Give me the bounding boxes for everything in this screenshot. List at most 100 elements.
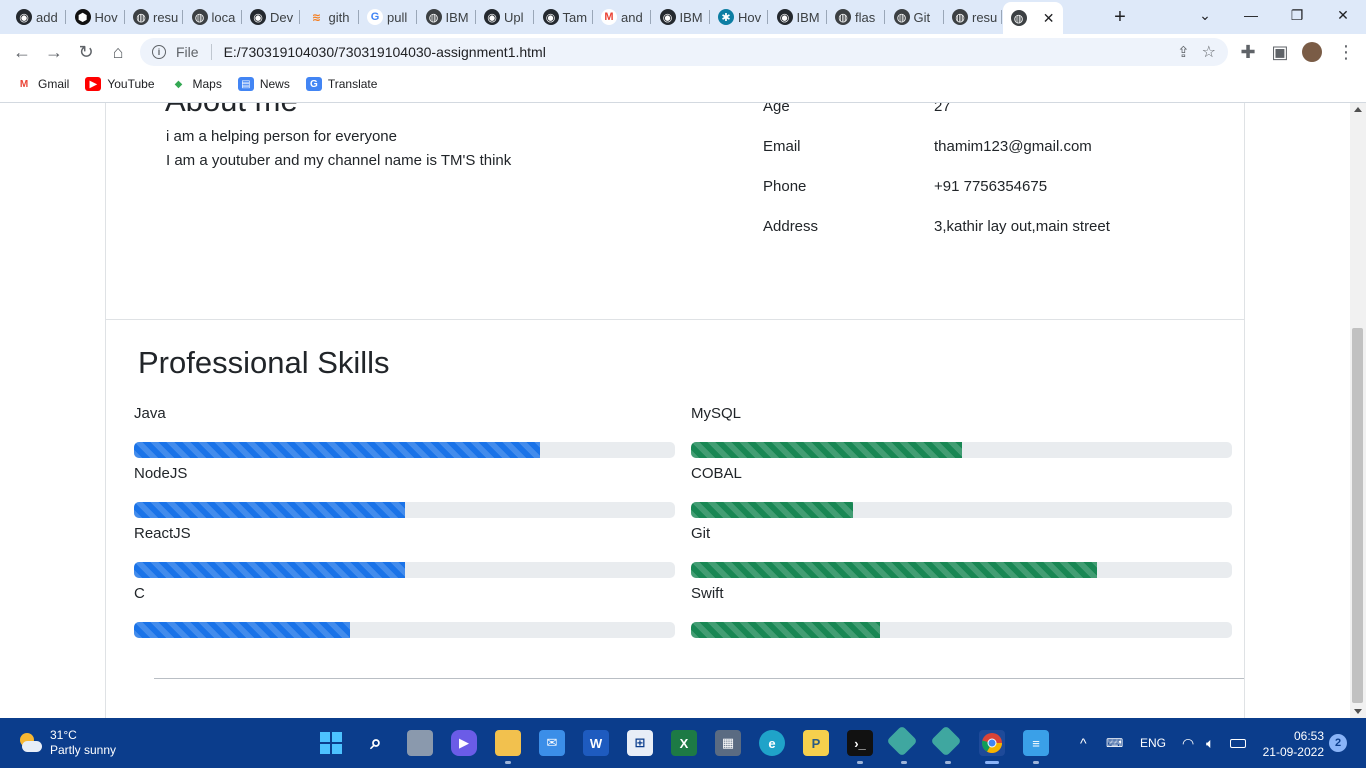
terminal-icon[interactable]: ›_ [847, 730, 873, 756]
address-scheme: File [176, 44, 199, 60]
extensions-icon[interactable]: ✚ [1236, 40, 1260, 64]
bookmark-label: Maps [192, 77, 222, 91]
browser-tab[interactable]: Gpull [359, 4, 417, 30]
avatar[interactable] [1300, 40, 1324, 64]
side-panel-icon[interactable]: ▣ [1268, 40, 1292, 64]
bookmark-maps[interactable]: ◆ Maps [170, 77, 222, 91]
github-icon: ◉ [659, 9, 676, 25]
forward-icon[interactable]: → [42, 40, 66, 64]
about-line: i am a helping person for everyone [166, 128, 397, 145]
browser-tab[interactable]: ◉ add [8, 4, 66, 30]
scroll-thumb[interactable] [1352, 328, 1363, 703]
browser-tab[interactable]: ◍ Git [886, 4, 944, 30]
browser-tab[interactable]: ◍ loca [184, 4, 242, 30]
browser-tab[interactable]: ◍ IBM [418, 4, 476, 30]
tray-overflow-icon[interactable]: ^ [1080, 718, 1087, 768]
menu-kebab-icon[interactable]: ⋮ [1334, 40, 1358, 64]
browser-tab[interactable]: ◍ flas [827, 4, 885, 30]
close-tab-icon[interactable]: ✕ [1043, 10, 1055, 27]
github-icon: ◉ [542, 9, 559, 25]
edge-icon[interactable]: e [759, 730, 785, 756]
bookmark-translate[interactable]: G Translate [305, 77, 377, 91]
language-indicator[interactable]: ENG [1140, 718, 1166, 768]
weather-condition: Partly sunny [50, 743, 117, 757]
tab-search-button[interactable]: ⌄ [1182, 0, 1228, 32]
address-url[interactable]: E:/730319104030/730319104030-assignment1… [224, 44, 546, 60]
browser-tab[interactable]: ◉ IBM [652, 4, 710, 30]
chrome-icon[interactable] [979, 730, 1005, 756]
address-bar[interactable]: i File E:/730319104030/730319104030-assi… [140, 38, 1228, 66]
detail-label-email: Email [763, 138, 801, 155]
python-icon[interactable]: P [803, 730, 829, 756]
word-icon[interactable]: W [583, 730, 609, 756]
browser-tab[interactable]: ✱ Hov [710, 4, 768, 30]
github-icon: ◉ [250, 9, 266, 25]
git-gui-icon[interactable] [886, 725, 918, 757]
teams-chat-icon[interactable]: ▶ [451, 730, 477, 756]
tab-label: loca [211, 9, 236, 25]
bookmark-star-icon[interactable]: ☆ [1202, 42, 1216, 62]
browser-tab[interactable]: ◉ Dev [242, 4, 300, 30]
page-scrollbar[interactable] [1350, 103, 1366, 718]
new-tab-button[interactable]: + [1108, 4, 1132, 30]
browser-tab[interactable]: ◍ resu [944, 4, 1002, 30]
skill-progress-track [134, 622, 675, 638]
browser-tab[interactable]: ◉ Upl [476, 4, 534, 30]
snowflake-icon: ✱ [718, 9, 734, 25]
scroll-up-arrow-icon[interactable] [1354, 107, 1362, 112]
keyboard-icon[interactable]: ⌨ [1106, 718, 1123, 768]
home-icon[interactable]: ⌂ [106, 40, 130, 64]
search-icon[interactable]: ⌕ [363, 730, 389, 756]
close-window-button[interactable]: ✕ [1320, 0, 1366, 32]
tab-label: IBM [679, 9, 703, 25]
reload-icon[interactable]: ↻ [74, 40, 98, 64]
calculator-icon[interactable]: ▦ [715, 730, 741, 756]
scroll-down-arrow-icon[interactable] [1354, 709, 1362, 714]
browser-tab[interactable]: ⬢ Hov [67, 4, 125, 30]
site-info-icon[interactable]: i [152, 45, 166, 59]
browser-tab[interactable]: ◉ Tam [535, 4, 593, 30]
globe-icon: ◍ [191, 9, 208, 25]
battery-icon[interactable] [1230, 718, 1246, 768]
browser-tab[interactable]: ◍ resu [125, 4, 183, 30]
back-icon[interactable]: ← [10, 40, 34, 64]
skill-progress-fill [691, 442, 962, 458]
skill-progress-fill [691, 562, 1097, 578]
github-icon: ◉ [484, 9, 500, 25]
detail-label-phone: Phone [763, 178, 807, 195]
section-divider [105, 319, 1245, 320]
browser-tab[interactable]: Mand [593, 4, 651, 30]
minimize-button[interactable]: — [1228, 0, 1274, 32]
running-indicator [901, 761, 907, 764]
notepad-icon[interactable]: ≡ [1023, 730, 1049, 756]
notification-badge[interactable]: 2 [1329, 734, 1347, 752]
news-icon: ▤ [237, 77, 254, 91]
bookmarks-bar: M Gmail ▶ YouTube ◆ Maps ▤ News G Translate [0, 70, 1366, 98]
bookmark-gmail[interactable]: M Gmail [16, 77, 69, 91]
clock[interactable]: 06:53 21-09-2022 [1260, 728, 1324, 760]
skill-name: ReactJS [134, 525, 191, 542]
windows-start-icon[interactable] [318, 730, 344, 756]
microsoft-store-icon[interactable]: ⊞ [627, 730, 653, 756]
volume-icon[interactable]: 🔈︎ [1206, 718, 1214, 768]
git-bash-icon[interactable] [930, 725, 962, 757]
mail-icon[interactable]: ✉ [539, 730, 565, 756]
detail-value-address: 3,kathir lay out,main street [934, 218, 1110, 235]
browser-tab[interactable]: ◍ ✕ [1002, 2, 1063, 34]
clock-date: 21-09-2022 [1262, 745, 1324, 759]
wifi-icon[interactable]: ◠ [1182, 718, 1194, 768]
file-explorer-icon[interactable] [495, 730, 521, 756]
weather-widget[interactable]: 31°C Partly sunny [18, 728, 116, 758]
browser-tab[interactable]: ≋ gith [301, 4, 359, 30]
task-view-icon[interactable] [407, 730, 433, 756]
excel-icon[interactable]: X [671, 730, 697, 756]
gmail-icon: M [601, 9, 617, 25]
detail-value-phone: +91 7756354675 [934, 178, 1048, 195]
share-icon[interactable]: ⇪ [1177, 43, 1190, 61]
bookmark-news[interactable]: ▤ News [237, 77, 290, 91]
browser-tab[interactable]: ◉ IBM [769, 4, 827, 30]
bookmark-youtube[interactable]: ▶ YouTube [85, 77, 155, 91]
restore-button[interactable]: ❐ [1274, 0, 1320, 32]
detail-value-age: 27 [934, 103, 951, 115]
tab-label: and [621, 9, 643, 25]
